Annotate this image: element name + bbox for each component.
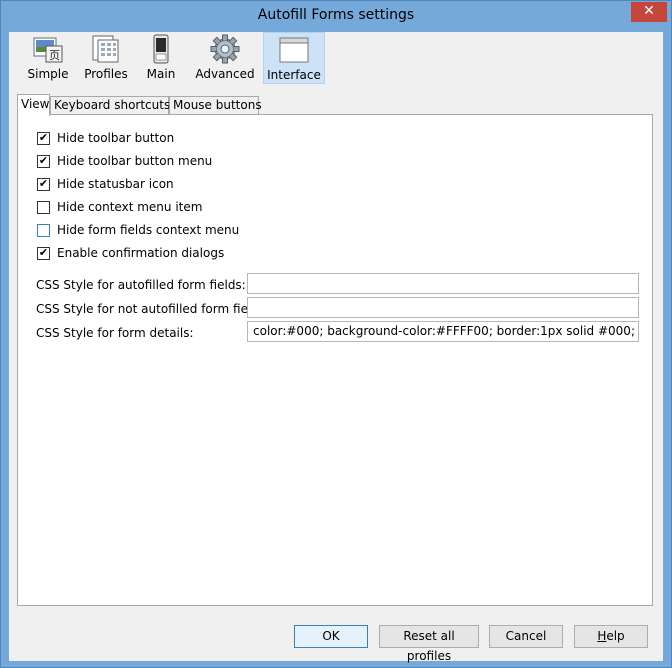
checkbox[interactable]: ✔ <box>37 247 50 260</box>
toolbar-label: Advanced <box>195 67 255 81</box>
toolbar-item-profiles[interactable]: Profiles <box>81 32 131 84</box>
cancel-button[interactable]: Cancel <box>489 625 563 648</box>
css-form-details-label: CSS Style for form details: <box>36 326 194 340</box>
css-not-autofilled-label: CSS Style for not autofilled form fields… <box>36 302 270 316</box>
toolbar-label: Interface <box>267 68 321 82</box>
checkbox[interactable] <box>37 224 50 237</box>
reset-all-profiles-button[interactable]: Reset all profiles <box>379 625 479 663</box>
gear-icon <box>210 34 240 64</box>
view-tab-panel: ✔ Hide toolbar button ✔ Hide toolbar but… <box>17 114 653 606</box>
window-icon <box>279 37 309 63</box>
window-title: Autofill Forms settings <box>257 7 415 23</box>
toolbar-label: Simple <box>27 67 69 81</box>
option-label: Hide statusbar icon <box>57 177 174 191</box>
help-button[interactable]: Help <box>574 625 648 648</box>
option-label: Hide context menu item <box>57 200 203 214</box>
settings-window: Autofill Forms settings ✕ 页 Simple Profi… <box>0 0 672 668</box>
title-bar[interactable]: Autofill Forms settings ✕ <box>1 1 671 32</box>
checkbox[interactable] <box>37 201 50 214</box>
checkbox[interactable]: ✔ <box>37 178 50 191</box>
svg-text:页: 页 <box>49 49 60 62</box>
css-not-autofilled-input[interactable] <box>247 297 639 318</box>
help-mnemonic: H <box>597 629 607 643</box>
tab-keyboard-shortcuts[interactable]: Keyboard shortcuts <box>50 96 170 115</box>
toolbar-item-main[interactable]: Main <box>139 32 183 84</box>
checkbox[interactable]: ✔ <box>37 155 50 168</box>
option-label: Hide toolbar button menu <box>57 154 213 168</box>
profiles-icon <box>92 35 119 63</box>
toolbar-item-interface[interactable]: Interface <box>263 32 325 84</box>
tab-view[interactable]: View <box>17 94 50 116</box>
css-form-details-input[interactable]: color:#000; background-color:#FFFF00; bo… <box>247 321 639 342</box>
option-label: Hide form fields context menu <box>57 223 240 237</box>
ok-button[interactable]: OK <box>294 625 368 648</box>
toolbar-label: Main <box>146 67 176 81</box>
category-toolbar: 页 Simple Profiles Main Advanced Interfac… <box>9 32 663 85</box>
option-label: Enable confirmation dialogs <box>57 246 225 260</box>
toolbar-item-simple[interactable]: 页 Simple <box>23 32 73 84</box>
toolbar-label: Profiles <box>84 67 128 81</box>
main-icon <box>153 34 169 64</box>
toolbar-item-advanced[interactable]: Advanced <box>193 32 257 84</box>
simple-icon: 页 <box>33 37 63 63</box>
tab-mouse-buttons[interactable]: Mouse buttons <box>169 96 262 115</box>
option-label: Hide toolbar button <box>57 131 175 145</box>
checkbox[interactable]: ✔ <box>37 132 50 145</box>
css-autofilled-input[interactable] <box>247 273 639 294</box>
help-label: elp <box>606 629 625 643</box>
dialog-client-area: 页 Simple Profiles Main Advanced Interfac… <box>9 32 663 663</box>
close-button[interactable]: ✕ <box>631 2 667 22</box>
css-autofilled-label: CSS Style for autofilled form fields: <box>36 278 246 292</box>
